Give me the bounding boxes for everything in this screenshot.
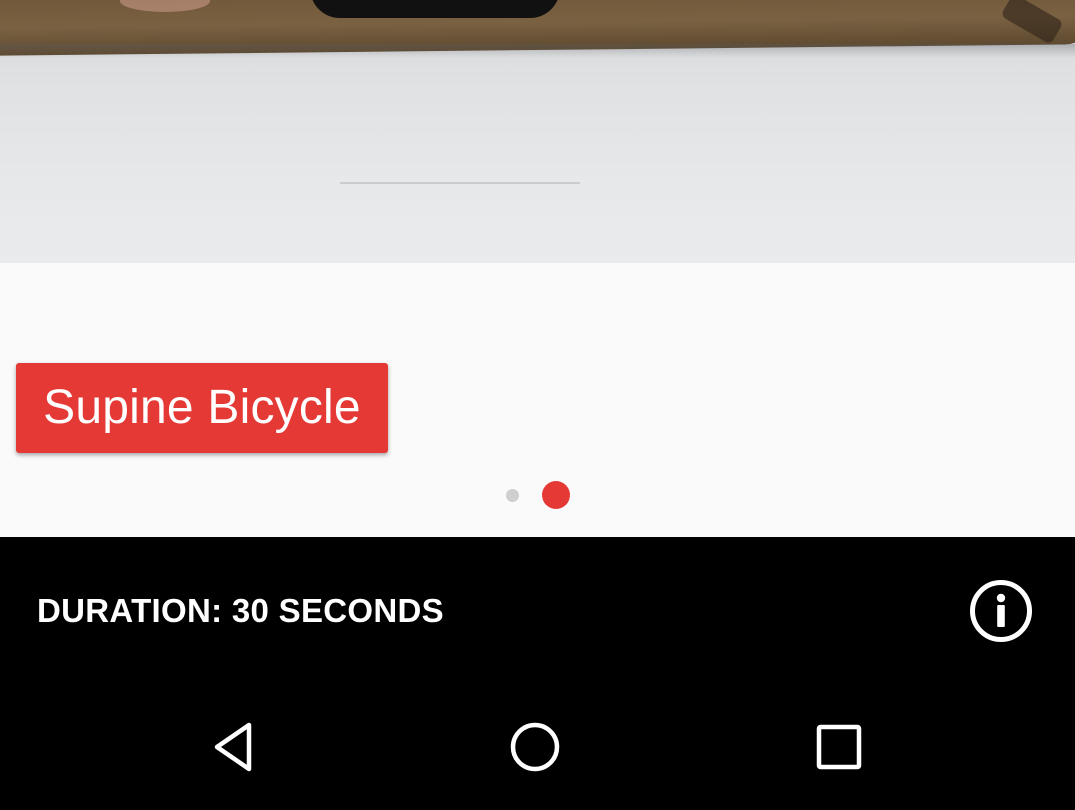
page-dot-2-active[interactable] bbox=[542, 481, 570, 509]
info-button[interactable] bbox=[969, 579, 1033, 643]
exercise-content: Supine Bicycle bbox=[0, 263, 1075, 537]
floor-crease bbox=[340, 182, 580, 184]
page-dot-1[interactable] bbox=[506, 489, 519, 502]
system-nav-bar bbox=[0, 685, 1075, 810]
home-circle-icon bbox=[510, 722, 560, 772]
exercise-title-badge: Supine Bicycle bbox=[16, 363, 388, 453]
nav-back-button[interactable] bbox=[194, 707, 274, 787]
duration-label: DURATION: 30 SECONDS bbox=[37, 592, 444, 629]
exercise-title: Supine Bicycle bbox=[43, 381, 361, 434]
duration-bar: DURATION: 30 SECONDS bbox=[0, 537, 1075, 685]
mat-object bbox=[310, 0, 560, 18]
page-indicator[interactable] bbox=[500, 481, 580, 511]
nav-recents-button[interactable] bbox=[799, 707, 879, 787]
info-icon bbox=[970, 580, 1032, 642]
exercise-photo bbox=[0, 0, 1075, 263]
recents-square-icon bbox=[816, 724, 862, 770]
back-triangle-icon bbox=[214, 722, 252, 772]
mat-shadow bbox=[0, 44, 1075, 58]
nav-home-button[interactable] bbox=[495, 707, 575, 787]
